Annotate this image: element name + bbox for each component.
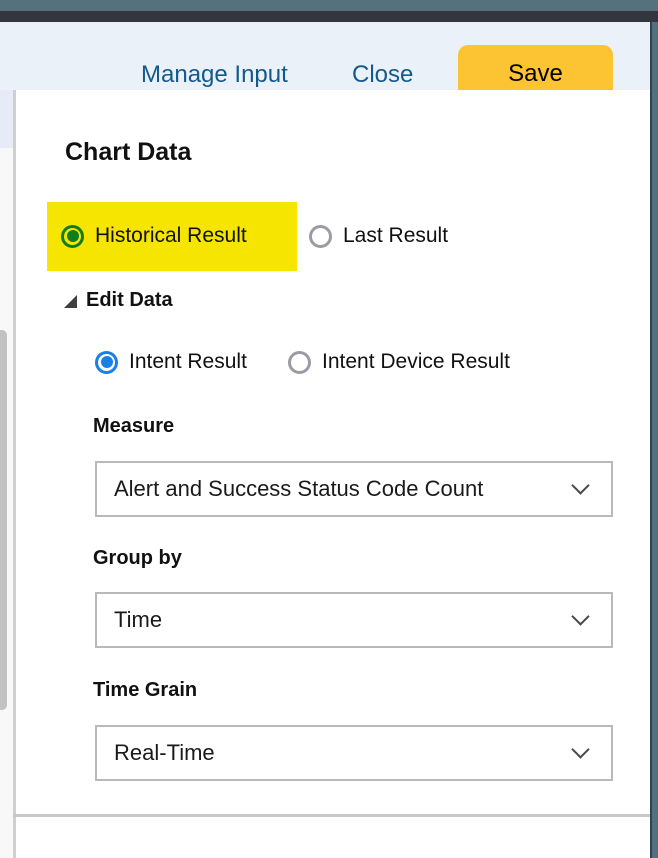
manage-input-link[interactable]: Manage Input xyxy=(141,61,288,89)
radio-unselected-icon[interactable] xyxy=(309,225,332,248)
chevron-down-icon xyxy=(571,476,589,494)
group-by-label: Group by xyxy=(93,547,182,570)
radio-label[interactable]: Intent Result xyxy=(129,350,247,374)
time-grain-dropdown[interactable]: Real-Time xyxy=(95,725,613,781)
group-by-dropdown-value: Time xyxy=(114,607,162,633)
radio-label[interactable]: Historical Result xyxy=(95,224,247,248)
radio-label[interactable]: Intent Device Result xyxy=(322,350,510,374)
radio-last-result[interactable]: Last Result xyxy=(309,224,448,248)
dialog-header: Manage Input Close Save xyxy=(0,22,650,90)
window-top-bar xyxy=(0,0,658,11)
radio-intent-result[interactable]: Intent Result xyxy=(95,350,247,374)
radio-selected-icon[interactable] xyxy=(61,225,84,248)
section-divider xyxy=(13,814,650,817)
group-by-dropdown[interactable]: Time xyxy=(95,592,613,648)
caret-expanded-icon[interactable] xyxy=(64,295,77,308)
radio-intent-device-result[interactable]: Intent Device Result xyxy=(288,350,510,374)
radio-unselected-icon[interactable] xyxy=(288,351,311,374)
page-title: Chart Data xyxy=(65,138,191,167)
measure-dropdown-value: Alert and Success Status Code Count xyxy=(114,476,483,502)
section-label[interactable]: Edit Data xyxy=(86,289,173,312)
chevron-down-icon xyxy=(571,607,589,625)
measure-label: Measure xyxy=(93,415,174,438)
window-top-strip xyxy=(0,11,658,22)
radio-selected-icon[interactable] xyxy=(95,351,118,374)
edit-data-section-toggle[interactable]: Edit Data xyxy=(64,289,173,312)
scrollbar-thumb[interactable] xyxy=(0,330,7,710)
radio-historical-result[interactable]: Historical Result xyxy=(61,224,247,248)
close-link[interactable]: Close xyxy=(352,61,413,89)
radio-label[interactable]: Last Result xyxy=(343,224,448,248)
right-edge-bar xyxy=(650,22,658,858)
time-grain-label: Time Grain xyxy=(93,679,197,702)
measure-dropdown[interactable]: Alert and Success Status Code Count xyxy=(95,461,613,517)
time-grain-dropdown-value: Real-Time xyxy=(114,740,215,766)
page-background-top xyxy=(0,90,13,148)
chevron-down-icon xyxy=(571,740,589,758)
